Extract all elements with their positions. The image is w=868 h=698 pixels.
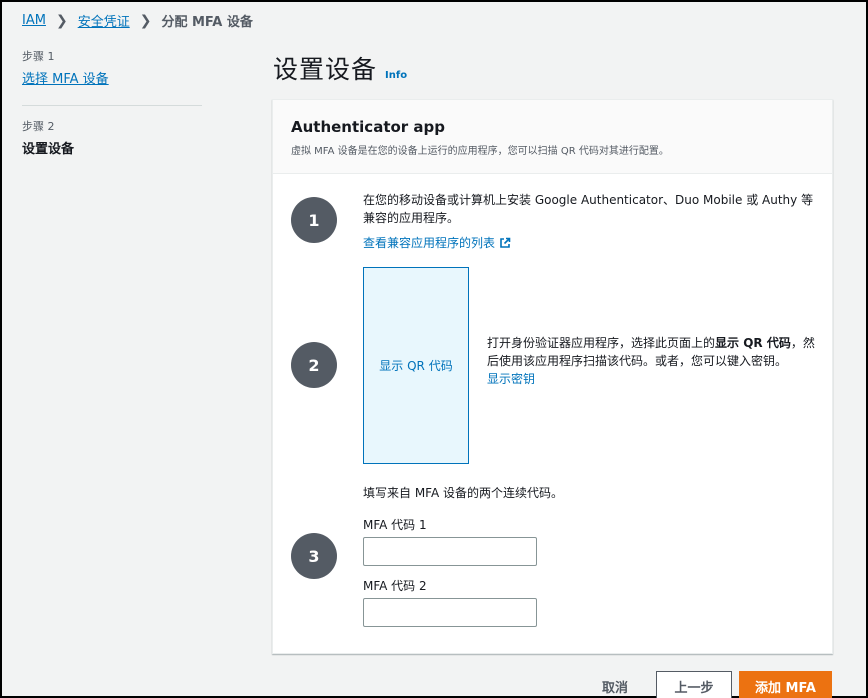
step-1-caption: 步骤 1 <box>22 50 55 63</box>
card-description: 虚拟 MFA 设备是在您的设备上运行的应用程序，您可以扫描 QR 代码对其进行配… <box>291 146 669 157</box>
show-secret-key-link[interactable]: 显示密钥 <box>487 372 535 386</box>
breadcrumb-security-credentials[interactable]: 安全凭证 <box>78 11 130 30</box>
step-2-text-bold: 显示 QR 代码 <box>715 336 791 350</box>
breadcrumb-current: 分配 MFA 设备 <box>161 15 253 30</box>
step-divider <box>22 105 202 106</box>
step-1-badge: 1 <box>291 197 337 243</box>
cancel-button[interactable]: 取消 <box>602 677 628 696</box>
compatible-apps-link-label: 查看兼容应用程序的列表 <box>363 236 496 250</box>
step-2-caption: 步骤 2 <box>22 120 55 133</box>
card-title: Authenticator app <box>291 118 446 136</box>
step-3-instructions: 填写来自 MFA 设备的两个连续代码。 <box>363 486 563 500</box>
step-2-badge: 2 <box>291 342 337 388</box>
breadcrumb: IAM ❯ 安全凭证 ❯ 分配 MFA 设备 <box>22 11 253 31</box>
step-3-badge: 3 <box>291 533 337 579</box>
step-2-instructions: 打开身份验证器应用程序，选择此页面上的显示 QR 代码，然后使用该应用程序扫描该… <box>487 334 817 388</box>
mfa-code-1-label: MFA 代码 1 <box>363 518 427 532</box>
breadcrumb-iam[interactable]: IAM <box>22 13 46 28</box>
step-1-link[interactable]: 选择 MFA 设备 <box>22 68 109 87</box>
step-2-current: 设置设备 <box>22 142 75 157</box>
page-title: 设置设备 <box>273 55 378 84</box>
step-1-instructions: 在您的移动设备或计算机上安装 Google Authenticator、Duo … <box>363 193 814 225</box>
chevron-right-icon: ❯ <box>139 12 152 29</box>
previous-button[interactable]: 上一步 <box>656 671 732 698</box>
mfa-code-2-input[interactable] <box>363 598 537 627</box>
chevron-right-icon: ❯ <box>55 12 68 29</box>
step-2-text-before: 打开身份验证器应用程序，选择此页面上的 <box>487 336 716 350</box>
wizard-step-nav: 步骤 1 选择 MFA 设备 步骤 2 设置设备 <box>22 48 202 157</box>
mfa-code-2-label: MFA 代码 2 <box>363 579 427 593</box>
mfa-code-1-input[interactable] <box>363 537 537 566</box>
external-link-icon <box>500 237 511 248</box>
show-qr-code-button[interactable]: 显示 QR 代码 <box>363 267 469 464</box>
page-header: 设置设备 Info <box>273 50 407 86</box>
card-header: Authenticator app 虚拟 MFA 设备是在您的设备上运行的应用程… <box>273 100 832 174</box>
compatible-apps-link[interactable]: 查看兼容应用程序的列表 <box>363 234 511 251</box>
authenticator-app-card: Authenticator app 虚拟 MFA 设备是在您的设备上运行的应用程… <box>272 99 833 654</box>
add-mfa-button[interactable]: 添加 MFA <box>739 671 832 698</box>
info-link[interactable]: Info <box>385 70 407 81</box>
show-qr-code-label: 显示 QR 代码 <box>379 359 453 373</box>
